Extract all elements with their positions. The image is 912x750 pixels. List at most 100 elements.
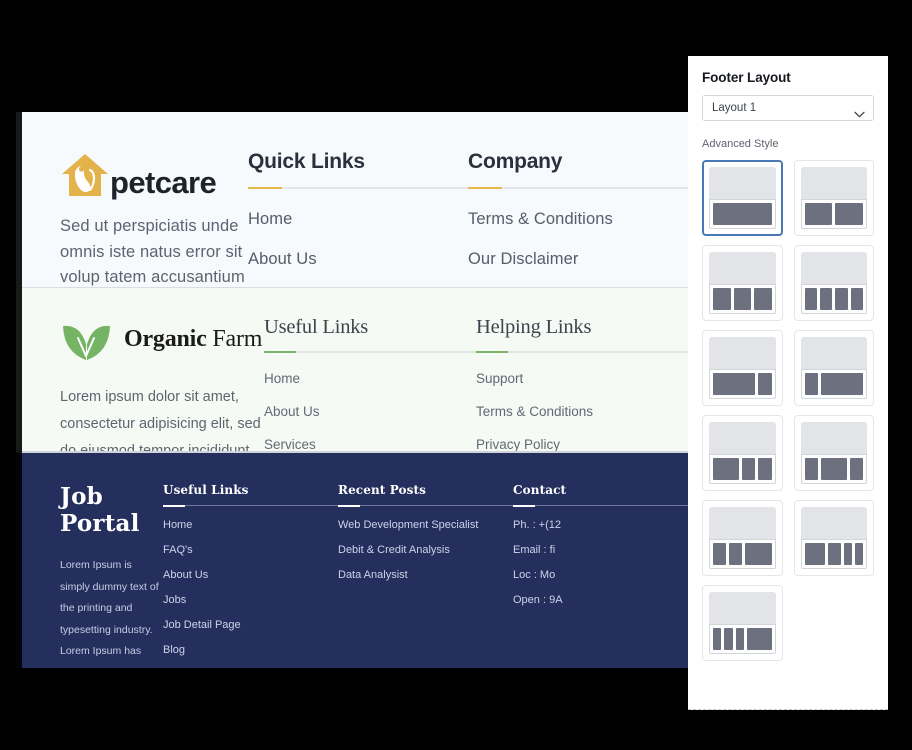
- footer-link[interactable]: About Us: [163, 569, 338, 581]
- contact-hours: Open : 9A: [513, 594, 563, 606]
- thumbnail-column-cell: [804, 203, 833, 225]
- thumbnail-page-area: [709, 592, 776, 624]
- petcare-column-company: Company Terms & Conditions Our Disclaime…: [468, 150, 688, 288]
- layout-select-wrap: Layout 1: [688, 85, 888, 121]
- contact-location: Loc : Mo: [513, 569, 556, 581]
- footer-link[interactable]: Job Detail Page: [163, 619, 338, 631]
- title-underline: [468, 187, 688, 189]
- thumbnail-column-cell: [804, 543, 826, 565]
- footer-link[interactable]: Debit & Credit Analysis: [338, 544, 513, 556]
- thumbnail-page-area: [709, 507, 776, 539]
- thumbnail-page-area: [800, 337, 867, 369]
- footer-link[interactable]: Services: [264, 437, 476, 452]
- job-column-recent-posts: Recent Posts Web Development Specialist …: [338, 483, 513, 668]
- layout-thumbnail-5[interactable]: [702, 330, 783, 406]
- layout-thumbnail-10[interactable]: [793, 500, 874, 576]
- thumbnail-column-cell: [835, 203, 863, 225]
- footer-variant-job-portal: Job Portal Lorem Ipsum is simply dummy t…: [16, 453, 688, 668]
- thumbnail-footer-area: [800, 369, 867, 399]
- petcare-brand-column: petcare Sed ut perspiciatis unde omnis i…: [60, 150, 248, 288]
- column-title: Recent Posts: [338, 483, 426, 497]
- footer-link[interactable]: Home: [163, 519, 338, 531]
- thumbnail-footer-area: [709, 454, 776, 484]
- website-footer-preview: petcare Sed ut perspiciatis unde omnis i…: [16, 112, 688, 668]
- job-portal-description: Lorem Ipsum is simply dummy text of the …: [60, 559, 159, 668]
- footer-link[interactable]: Data Analysist: [338, 569, 513, 581]
- thumbnail-column-cell: [724, 628, 733, 650]
- thumbnail-body: [800, 337, 867, 399]
- thumbnail-column-cell: [758, 458, 772, 480]
- column-title: Useful Links: [163, 483, 249, 497]
- thumbnail-column-cell: [821, 373, 863, 395]
- thumbnail-column-cell: [713, 543, 727, 565]
- thumbnail-body: [709, 252, 776, 314]
- layout-thumbnail-2[interactable]: [793, 160, 874, 236]
- thumbnail-footer-area: [709, 199, 776, 229]
- thumbnail-body: [709, 167, 776, 229]
- two-leaves-icon: [60, 316, 114, 362]
- thumbnail-body: [709, 592, 776, 654]
- title-underline: [513, 505, 688, 507]
- thumbnail-page-area: [709, 252, 776, 284]
- petcare-column-quick-links: Quick Links Home About Us: [248, 150, 468, 288]
- title-underline: [264, 351, 476, 353]
- footer-link[interactable]: Support: [476, 371, 688, 386]
- layout-thumbnail-4[interactable]: [793, 245, 874, 321]
- contact-phone: Ph. : +(12: [513, 519, 562, 531]
- screenshot-stage: petcare Sed ut perspiciatis unde omnis i…: [0, 0, 912, 750]
- organic-word-light: Farm: [212, 325, 263, 352]
- layout-thumbnail-9[interactable]: [702, 500, 783, 576]
- layout-thumbnail-grid: [688, 150, 888, 661]
- footer-link[interactable]: Terms & Conditions: [468, 210, 688, 229]
- thumbnail-column-cell: [804, 373, 819, 395]
- layout-select[interactable]: Layout 1: [702, 95, 874, 121]
- footer-link[interactable]: Web Development Specialist: [338, 519, 513, 531]
- thumbnail-column-cell: [742, 458, 756, 480]
- thumbnail-column-cell: [713, 373, 755, 395]
- footer-link[interactable]: FAQ's: [163, 544, 338, 556]
- thumbnail-body: [709, 337, 776, 399]
- thumbnail-column-cell: [713, 203, 772, 225]
- job-portal-title: Job Portal: [60, 483, 140, 537]
- footer-link[interactable]: About Us: [264, 404, 476, 419]
- footer-link[interactable]: Blog: [163, 644, 338, 656]
- job-brand-column: Job Portal Lorem Ipsum is simply dummy t…: [60, 483, 163, 668]
- organic-brand-column: Organic Farm Lorem ipsum dolor sit amet,…: [60, 316, 264, 459]
- thumbnail-footer-area: [709, 624, 776, 654]
- layout-thumbnail-6[interactable]: [793, 330, 874, 406]
- thumbnail-column-cell: [713, 628, 722, 650]
- organic-column-helping-links: Helping Links Support Terms & Conditions…: [476, 316, 688, 453]
- thumbnail-page-area: [800, 422, 867, 454]
- column-title: Contact: [513, 483, 567, 497]
- footer-link[interactable]: Privacy Policy: [476, 437, 688, 452]
- footer-variant-petcare: petcare Sed ut perspiciatis unde omnis i…: [16, 112, 688, 288]
- thumbnail-body: [800, 252, 867, 314]
- thumbnail-body: [709, 422, 776, 484]
- layout-thumbnail-3[interactable]: [702, 245, 783, 321]
- contact-email: Email : fi: [513, 544, 556, 556]
- footer-link[interactable]: Jobs: [163, 594, 338, 606]
- layout-thumbnail-7[interactable]: [702, 415, 783, 491]
- thumbnail-page-area: [709, 337, 776, 369]
- footer-link[interactable]: About Us: [248, 250, 468, 269]
- thumbnail-footer-area: [709, 284, 776, 314]
- advanced-style-label: Advanced Style: [702, 138, 779, 150]
- thumbnail-column-cell: [745, 543, 772, 565]
- footer-link[interactable]: Home: [264, 371, 476, 386]
- title-underline: [476, 351, 688, 353]
- thumbnail-column-cell: [746, 628, 772, 650]
- footer-link[interactable]: Our Disclaimer: [468, 250, 688, 269]
- chevron-down-icon: [854, 105, 865, 117]
- house-pet-icon: [60, 152, 110, 198]
- thumbnail-column-cell: [754, 288, 772, 310]
- footer-link[interactable]: Home: [248, 210, 468, 229]
- layout-thumbnail-1[interactable]: [702, 160, 783, 236]
- layout-thumbnail-11[interactable]: [702, 585, 783, 661]
- footer-link[interactable]: Terms & Conditions: [476, 404, 688, 419]
- column-title: Helping Links: [476, 316, 592, 338]
- layout-thumbnail-8[interactable]: [793, 415, 874, 491]
- thumbnail-body: [800, 167, 867, 229]
- title-underline: [163, 505, 338, 507]
- thumbnail-column-cell: [820, 458, 847, 480]
- organic-logo: Organic Farm: [60, 316, 264, 362]
